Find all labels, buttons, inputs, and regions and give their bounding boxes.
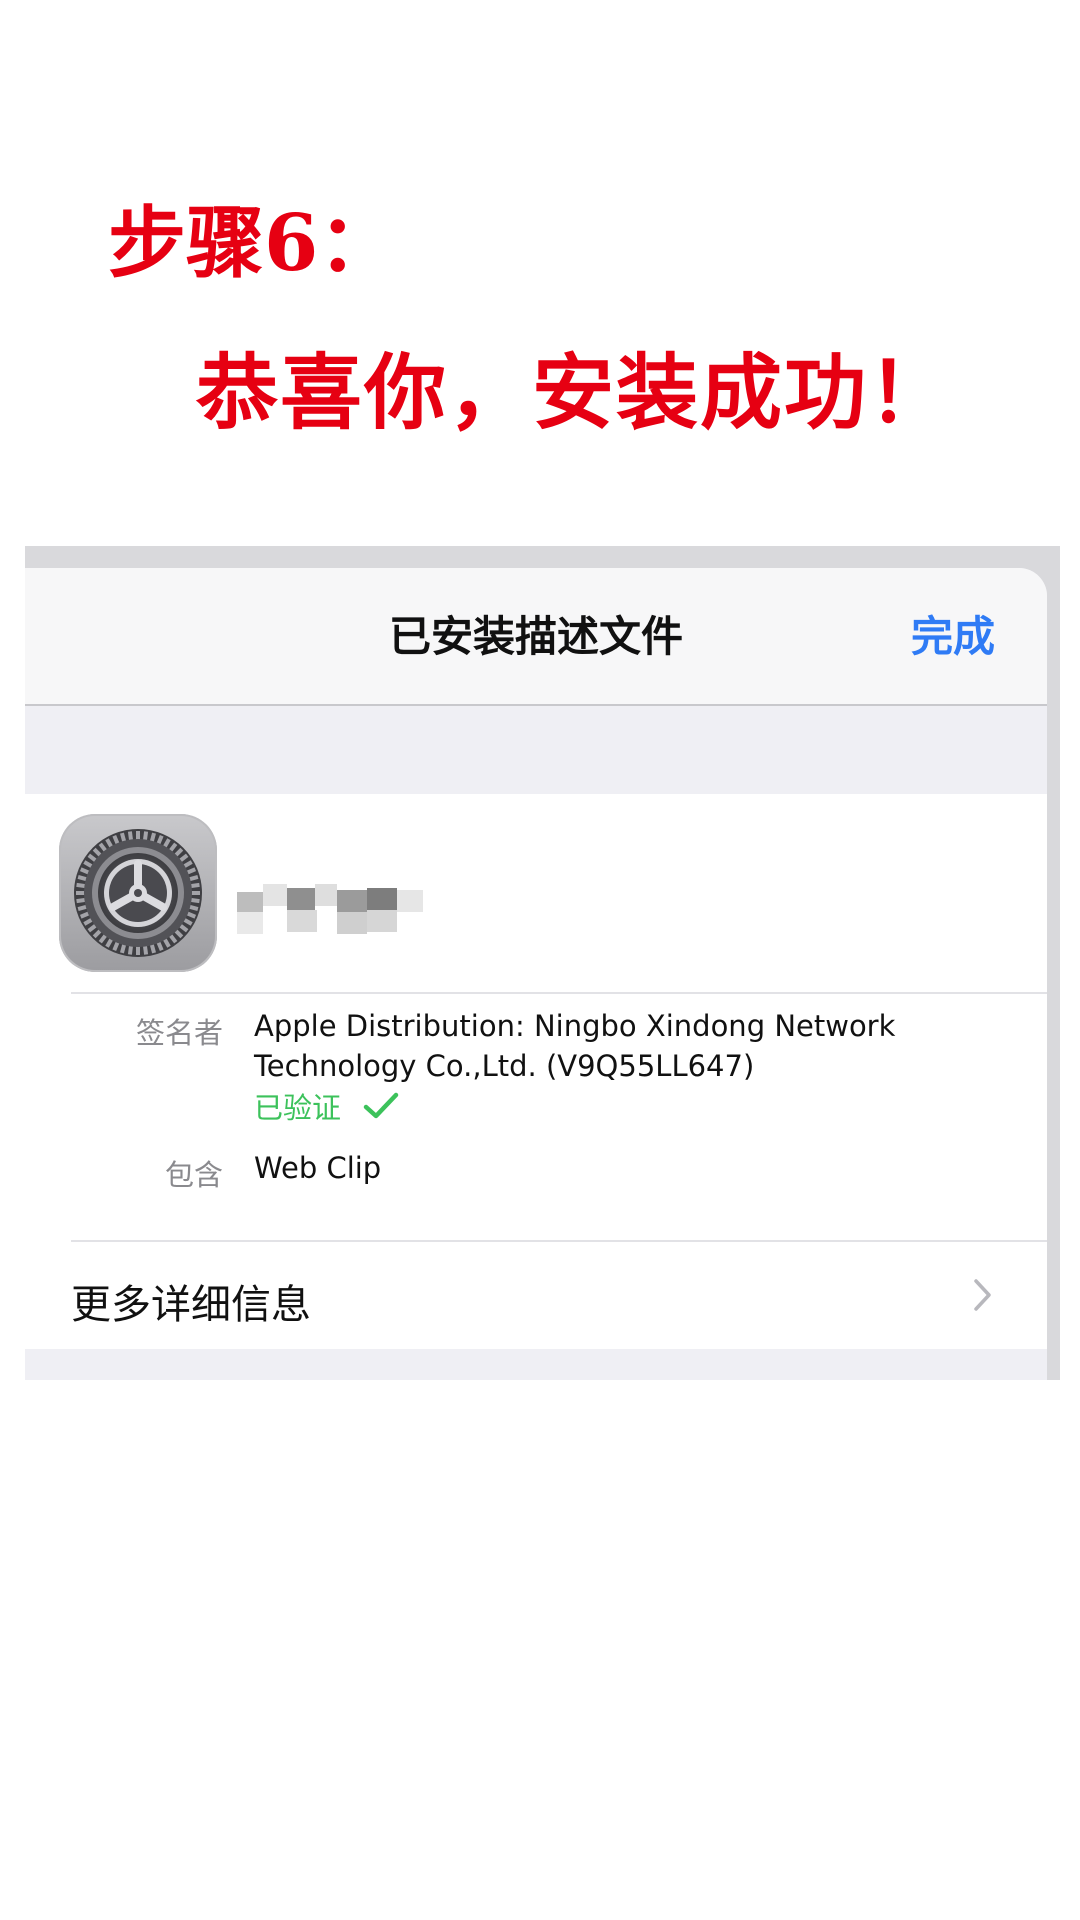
navigation-bar: 已安装描述文件 完成 [25,568,1047,706]
settings-gear-icon [59,814,217,972]
more-details-label: 更多详细信息 [71,1282,311,1328]
more-details-row[interactable]: 更多详细信息 [25,1242,1047,1349]
checkmark-icon [363,1090,399,1131]
step-title: 步骤6： [108,198,397,289]
done-button[interactable]: 完成 [911,612,995,662]
profile-card: 签名者 Apple Distribution: Ningbo Xindong N… [25,794,1047,1349]
divider [71,992,1047,994]
verified-label: 已验证 [254,1091,342,1125]
signer-line-2: Technology Co.,Ltd. (V9Q55LL647) [254,1049,755,1083]
contains-value: Web Clip [254,1151,382,1185]
install-screenshot: 已安装描述文件 完成 签名者 Apple Distribution: Ningb… [25,546,1060,1380]
verified-status: 已验证 [254,1088,399,1131]
success-message: 恭喜你，安装成功！ [196,345,953,441]
installed-profile-sheet: 已安装描述文件 完成 签名者 Apple Distribution: Ningb… [25,568,1047,1380]
contains-label: 包含 [164,1158,223,1192]
profile-name-redacted [237,878,427,934]
signer-label: 签名者 [135,1016,223,1050]
sheet-title: 已安装描述文件 [388,612,683,661]
signer-line-1: Apple Distribution: Ningbo Xindong Netwo… [254,1009,896,1043]
page: 步骤6： 恭喜你，安装成功！ 已安装描述文件 完成 签名者 Apple Dist… [0,0,1080,1920]
chevron-right-icon [973,1278,993,1316]
